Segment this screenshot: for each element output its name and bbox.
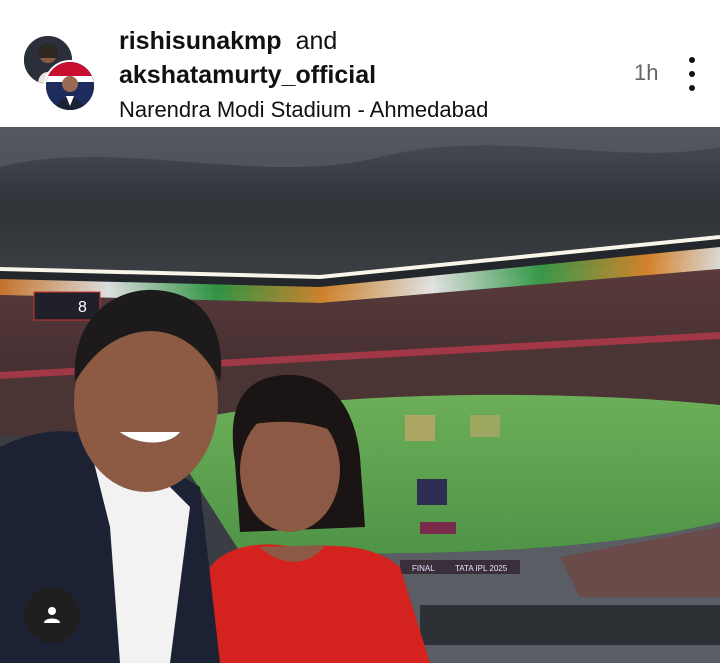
scoreboard-text: 8 [78,299,87,316]
board-text-final: FINAL [412,564,435,573]
username-2[interactable]: akshatamurty_official [119,61,376,89]
user-line-1: rishisunakmp and [119,26,337,56]
stadium-photo: 8 FINAL TATA IPL 2025 [0,127,720,663]
post-header: rishisunakmp and akshatamurty_official Na… [0,0,720,127]
board-text-tournament: TATA IPL 2025 [455,564,508,573]
user-tag-icon[interactable] [24,587,80,643]
user-line-2: akshatamurty_official [119,60,376,90]
username-1[interactable]: rishisunakmp [119,27,282,55]
post-time: 1h [634,60,659,85]
location-link[interactable]: Narendra Modi Stadium - Ahmedabad [119,96,488,124]
conjunction-text: and [295,27,338,55]
avatar-user2[interactable] [44,60,96,112]
more-vertical-icon[interactable] [680,57,704,91]
post-photo[interactable]: 8 FINAL TATA IPL 2025 [0,127,720,663]
